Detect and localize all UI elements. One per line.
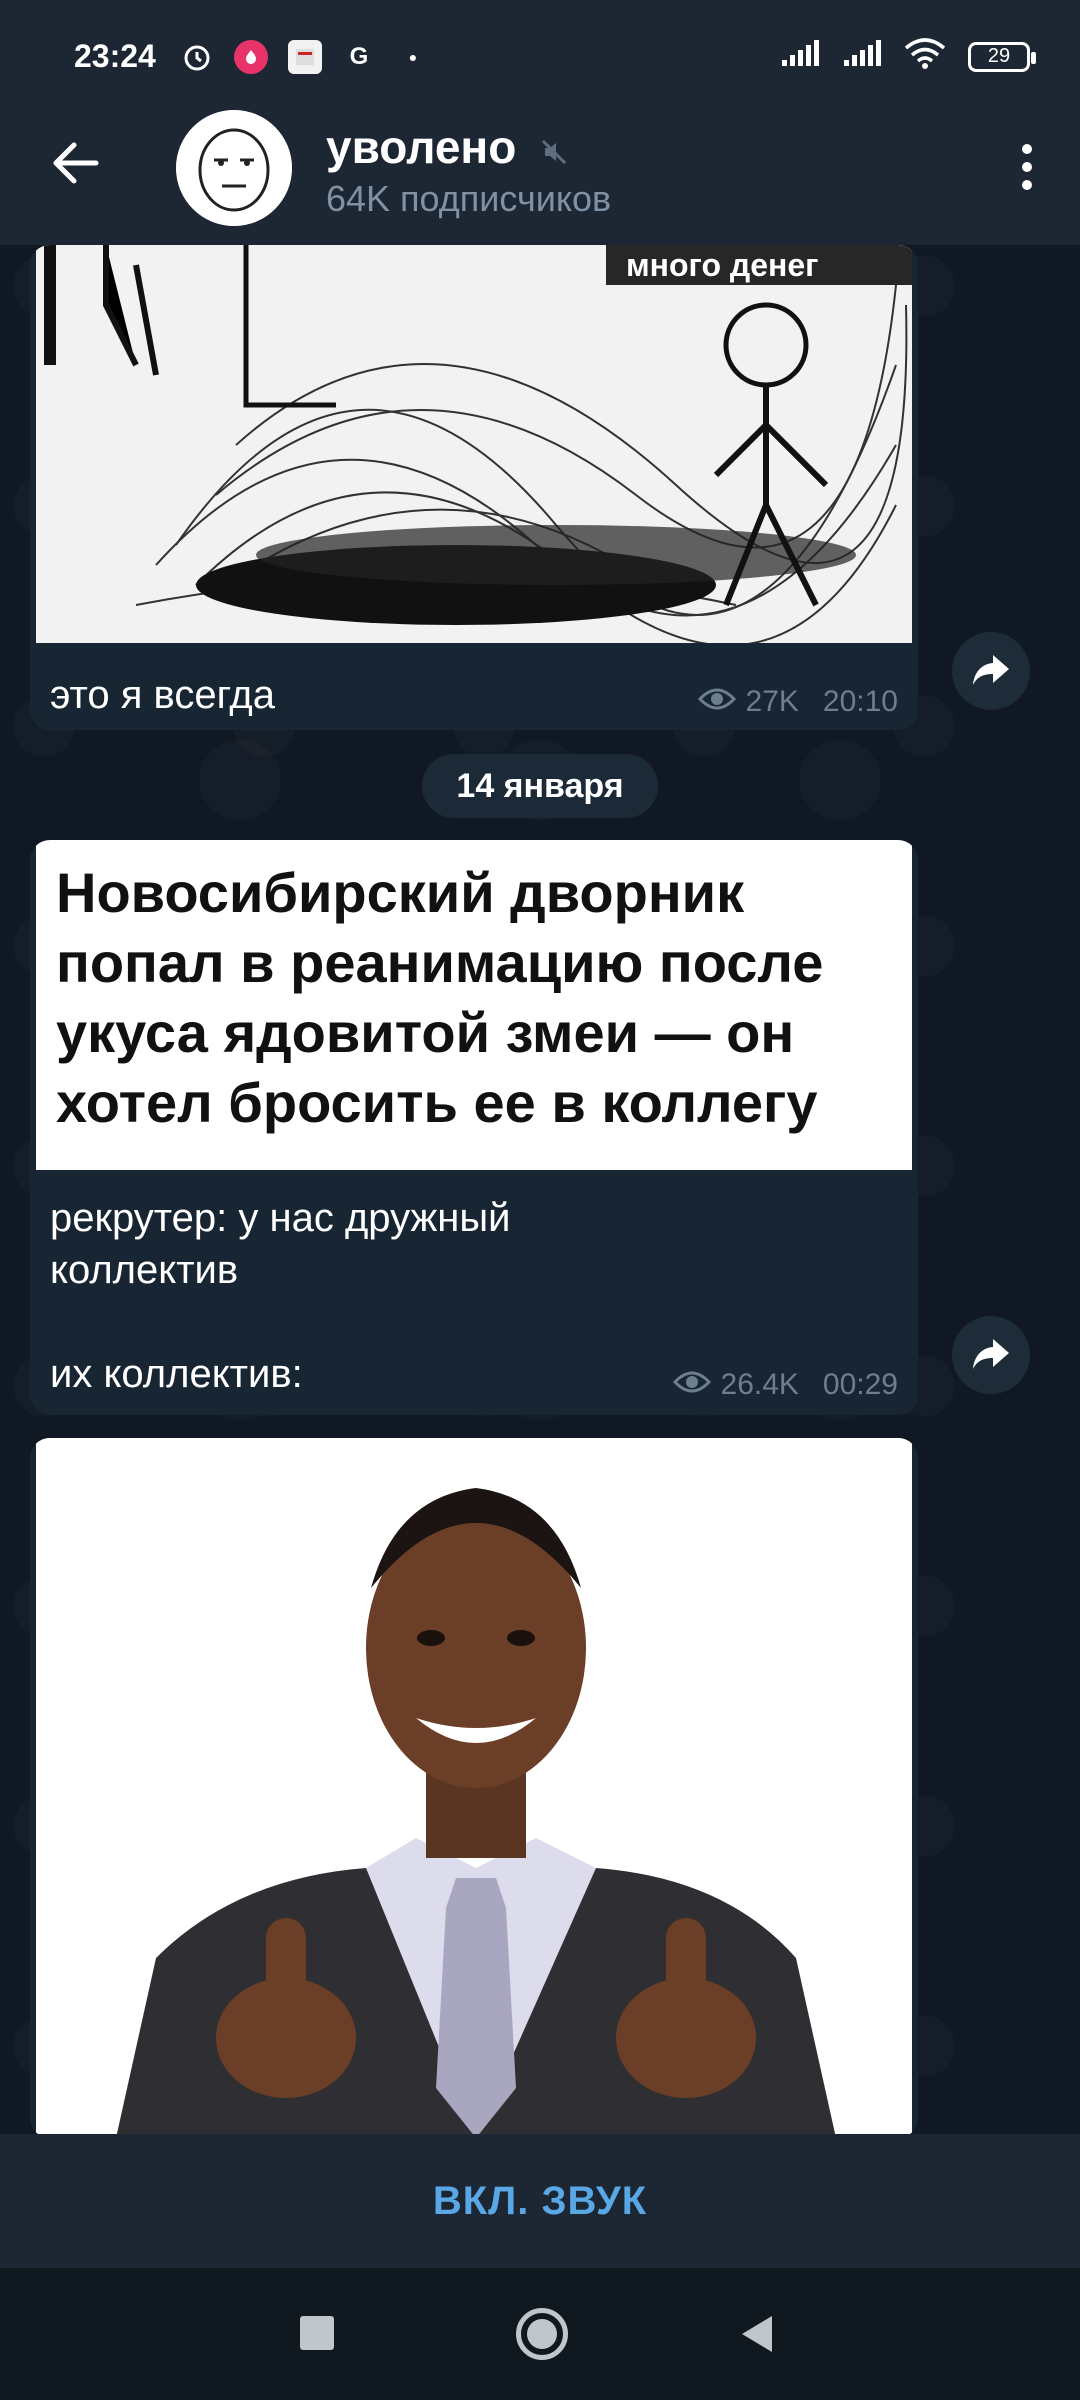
view-count: 26.4K bbox=[720, 1368, 799, 1401]
system-icons: 29 bbox=[780, 38, 1036, 75]
man-thumbs-up-photo[interactable] bbox=[36, 1438, 912, 2138]
back-arrow-icon[interactable] bbox=[40, 128, 110, 198]
message-bubble-3[interactable] bbox=[30, 1438, 918, 2138]
message-meta: 26.4K 00:29 bbox=[672, 1368, 898, 1402]
news-headline-text: Новосибирский дворник попал в реанимацию… bbox=[56, 861, 824, 1134]
share-button-2[interactable] bbox=[952, 1316, 1030, 1394]
channel-title-text: уволено bbox=[326, 121, 517, 173]
signal-icon-2 bbox=[842, 40, 882, 73]
unmute-button[interactable]: ВКЛ. ЗВУК bbox=[433, 2179, 647, 2224]
chat-header: уволено 64K подписчиков bbox=[0, 90, 1080, 245]
status-bar: 23:24 G ● 29 bbox=[0, 0, 1080, 90]
message-meta: 27K 20:10 bbox=[697, 685, 898, 719]
signal-icon bbox=[780, 40, 820, 73]
message-caption-line2: коллектив bbox=[50, 1248, 239, 1292]
message-bubble-1[interactable]: много денег это я всегда 27K 20:10 bbox=[30, 245, 918, 730]
share-button-1[interactable] bbox=[952, 632, 1030, 710]
news-app-icon bbox=[288, 40, 322, 74]
views-icon bbox=[697, 685, 736, 719]
system-navigation-bar bbox=[0, 2268, 1080, 2400]
back-button[interactable] bbox=[742, 2316, 772, 2352]
google-icon: G bbox=[349, 43, 369, 70]
message-time: 20:10 bbox=[822, 685, 898, 718]
home-button[interactable] bbox=[516, 2308, 568, 2360]
meme-image-text: много денег bbox=[626, 247, 819, 283]
message-caption: это я всегда bbox=[50, 673, 275, 717]
muted-icon bbox=[539, 124, 569, 178]
alarm-icon bbox=[180, 40, 214, 74]
date-separator: 14 января bbox=[422, 754, 658, 818]
message-caption-line3: их коллектив: bbox=[50, 1352, 303, 1396]
recents-button[interactable] bbox=[300, 2316, 334, 2350]
channel-title[interactable]: уволено bbox=[326, 120, 569, 178]
app-notification-icon bbox=[234, 40, 268, 74]
more-options-icon[interactable] bbox=[1002, 132, 1052, 202]
wifi-icon bbox=[904, 38, 946, 75]
more-notifications-dot-icon: ● bbox=[408, 49, 418, 65]
subscriber-count: 64K подписчиков bbox=[326, 178, 612, 219]
message-caption-line1: рекрутер: у нас дружный bbox=[50, 1196, 511, 1240]
notification-icons: G ● bbox=[180, 40, 430, 74]
status-time: 23:24 bbox=[74, 38, 156, 74]
message-time: 00:29 bbox=[822, 1368, 898, 1401]
battery-icon: 29 bbox=[968, 41, 1036, 72]
meme-drawing-image[interactable]: много денег bbox=[36, 245, 912, 643]
unmute-bar: ВКЛ. ЗВУК bbox=[0, 2134, 1080, 2268]
channel-avatar[interactable] bbox=[176, 110, 292, 226]
views-icon bbox=[672, 1368, 711, 1402]
view-count: 27K bbox=[745, 685, 799, 718]
